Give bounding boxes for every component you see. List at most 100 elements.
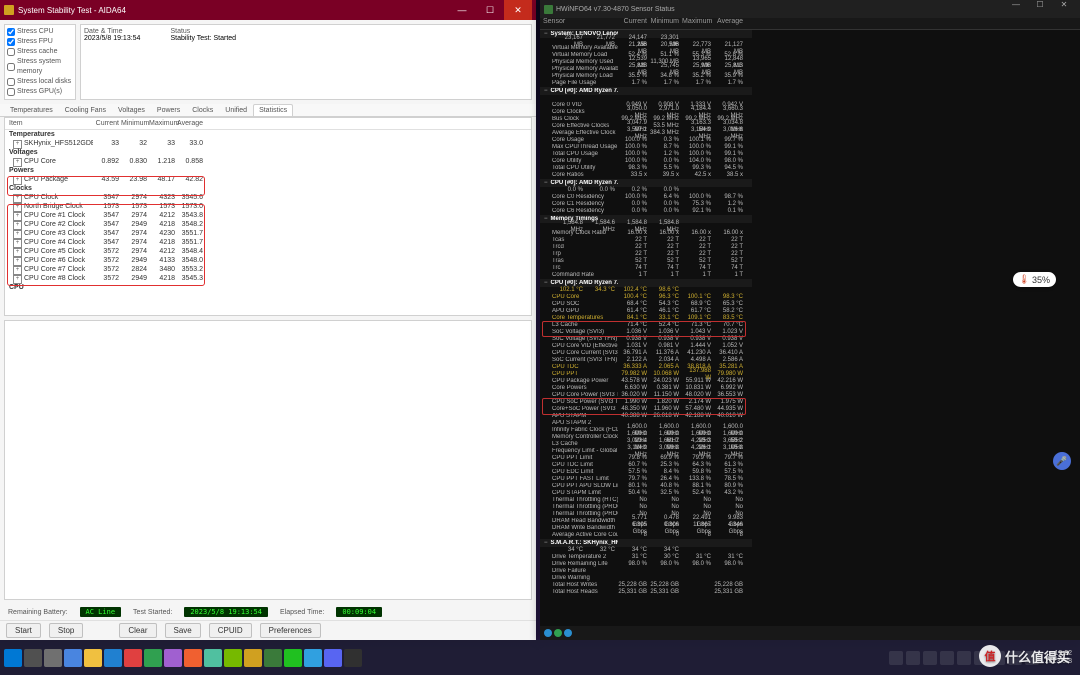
cpuid-button[interactable]: CPUID [209, 623, 252, 638]
mic-icon[interactable]: 🎤 [1053, 452, 1071, 470]
minimize-button[interactable]: — [448, 0, 476, 20]
tray-tray4[interactable] [940, 651, 954, 665]
hwi-row[interactable]: Physical Memory Load35.5 %34.8 %35.2 %35… [540, 73, 752, 80]
hwi-row[interactable]: Core C0 Residency100.0 %6.4 %100.0 %98.7… [540, 194, 752, 201]
hwi-group[interactable]: S.M.A.R.T.: SKHynix_HF... [540, 539, 752, 547]
stop-button[interactable]: Stop [49, 623, 83, 638]
prefs-button[interactable]: Preferences [260, 623, 321, 638]
overlay-badge[interactable]: 🌡 35% [1013, 272, 1056, 287]
hwi-row[interactable]: Trc74 T74 T74 T74 T [540, 265, 752, 272]
hwi-row[interactable]: CPU STAPM Limit50.4 %32.5 %52.4 %43.2 % [540, 490, 752, 497]
grid-row[interactable]: CPU Core0.8920.8301.2180.858 [5, 157, 531, 166]
hwi-row[interactable]: CPU SoC Power (SVI3 TFN)1.990 W1.820 W2.… [540, 399, 752, 406]
hwi-row[interactable]: CPU SOC68.4 °C54.3 °C68.9 °C65.3 °C [540, 301, 752, 308]
hwi-row[interactable]: Core Utility100.0 %0.0 %104.0 %98.0 % [540, 158, 752, 165]
taskbar-start[interactable] [4, 649, 22, 667]
hwi-row[interactable]: Physical Memory Available25,828 MB25,745… [540, 66, 752, 73]
close-button[interactable]: ✕ [504, 0, 532, 20]
hwi-row[interactable]: CPU PPT Limit79.8 %69.9 %79.9 %79.7 % [540, 455, 752, 462]
taskbar-discord[interactable] [324, 649, 342, 667]
start-button[interactable]: Start [6, 623, 41, 638]
hwi-row[interactable]: SoC Voltage (SVI3)1.036 V1.036 V1.043 V1… [540, 329, 752, 336]
tab-clocks[interactable]: Clocks [186, 104, 219, 116]
col-minimum[interactable]: Minimum [121, 120, 149, 127]
taskbar-widgets[interactable] [64, 649, 82, 667]
hwi-row[interactable]: Tras52 T52 T52 T52 T [540, 258, 752, 265]
tray-tray5[interactable] [957, 651, 971, 665]
hwi-row[interactable]: Command Rate1 T1 T1 T1 T [540, 272, 752, 279]
hwi-row[interactable]: Core VIDs [540, 95, 752, 102]
tray-tray1[interactable] [889, 651, 903, 665]
maximize-button[interactable]: ☐ [476, 0, 504, 20]
hwi-row[interactable]: CPU TDC36.333 A2.065 A38.818 A35.281 A [540, 364, 752, 371]
tab-voltages[interactable]: Voltages [112, 104, 151, 116]
stress-fpu-checkbox[interactable]: Stress FPU [7, 37, 73, 47]
hwi-row[interactable]: Tcas22 T22 T22 T22 T [540, 237, 752, 244]
hwi-row[interactable]: Drive Temperature 231 °C30 °C31 °C31 °C [540, 554, 752, 561]
taskbar-chrome[interactable] [124, 649, 142, 667]
hwi-group[interactable]: CPU [#0]: AMD Ryzen 7... [540, 87, 752, 95]
tray-tray3[interactable] [923, 651, 937, 665]
hwi-row[interactable]: Package C6 Residency0.0 %0.0 %0.2 %0.0 % [540, 187, 752, 194]
hwi-row[interactable]: Average Effective Clock3,597.1 MHz384.3 … [540, 130, 752, 137]
hwi-row[interactable]: APU GPU61.4 °C46.1 °C61.7 °C58.2 °C [540, 308, 752, 315]
hwi-row[interactable]: Total Host Reads25,331 GB25,331 GB25,331… [540, 589, 752, 596]
hwi-row[interactable]: Core C6 Residency0.0 %0.0 %92.1 %0.1 % [540, 208, 752, 215]
grid-row[interactable]: CPU Package43.5923.9848.1742.82 [5, 175, 531, 184]
taskbar-edge[interactable] [104, 649, 122, 667]
clear-button[interactable]: Clear [119, 623, 156, 638]
hwi-row[interactable]: Total CPU Usage100.0 %1.2 %100.0 %99.1 % [540, 151, 752, 158]
hwi-row[interactable]: Core C1 Residency0.0 %0.0 %75.3 %1.2 % [540, 201, 752, 208]
stress-mem-checkbox[interactable]: Stress system memory [7, 57, 73, 77]
hwi-col[interactable]: Maximum [682, 18, 714, 29]
grid-row[interactable]: CPU Core #8 Clock3572294942183545.3 [5, 274, 531, 283]
hwi-row[interactable]: CPU PPT79.982 W10.068 W137.988 W79.980 W [540, 371, 752, 378]
hwi-row[interactable]: L3 Cache71.4 °C52.4 °C71.3 °C70.7 °C [540, 322, 752, 329]
taskbar-aida[interactable] [244, 649, 262, 667]
hwi-close-button[interactable]: ✕ [1052, 0, 1076, 18]
hwi-row[interactable]: CPU PPT FAST Limit79.7 %26.4 %133.8 %78.… [540, 476, 752, 483]
hwi-row[interactable]: CPU Core Power (SVI3 TFN)36.020 W11.150 … [540, 392, 752, 399]
hwi-row[interactable]: Thermal Throttling (HTC)NoNoNoNo [540, 497, 752, 504]
hwi-row[interactable]: Memory Clock1,584.8 MHz1,584.6 MHz1,584.… [540, 223, 752, 230]
hwi-row[interactable]: Page File Usage1.7 %1.7 %1.7 %1.7 % [540, 80, 752, 87]
col-maximum[interactable]: Maximum [149, 120, 177, 127]
hwi-row[interactable]: Drive Temperature34 °C32 °C34 °C34 °C [540, 547, 752, 554]
stress-disk-checkbox[interactable]: Stress local disks [7, 77, 73, 87]
hwi-row[interactable]: SoC Current (SVI3 TFN)2.122 A2.034 A4.49… [540, 357, 752, 364]
aida64-titlebar[interactable]: System Stability Test - AIDA64 — ☐ ✕ [0, 0, 536, 20]
hwi-col[interactable]: Minimum [650, 18, 682, 29]
taskbar-nv[interactable] [224, 649, 242, 667]
hwi-group[interactable]: CPU [#0]: AMD Ryzen 7... [540, 279, 752, 287]
taskbar-hwi[interactable] [264, 649, 282, 667]
hwi-row[interactable]: CPU Package Power43.578 W24.023 W55.911 … [540, 378, 752, 385]
save-button[interactable]: Save [165, 623, 201, 638]
tab-statistics[interactable]: Statistics [253, 104, 293, 116]
tab-cooling fans[interactable]: Cooling Fans [59, 104, 112, 116]
hwi-row[interactable]: Memory Clock Ratio16.00 x16.00 x16.00 x1… [540, 230, 752, 237]
hwi-col[interactable]: Current [618, 18, 650, 29]
hwi-row[interactable]: Drive Remaining Life98.0 %98.0 %98.0 %98… [540, 561, 752, 568]
hwi-col[interactable]: Average [714, 18, 746, 29]
hwi-row[interactable]: DRAM Write Bandwidth6.395 Gbps0.306 Gbps… [540, 525, 752, 532]
taskbar-search[interactable] [24, 649, 42, 667]
stress-cache-checkbox[interactable]: Stress cache [7, 47, 73, 57]
col-average[interactable]: Average [177, 120, 205, 127]
hwi-row[interactable]: Drive Warning [540, 575, 752, 582]
hwi-row[interactable]: Thermal Throttling (PROCHOT...NoNoNoNo [540, 504, 752, 511]
hwi-row[interactable]: Total CPU Utility98.3 %5.5 %99.3 %94.5 % [540, 165, 752, 172]
taskbar-files[interactable] [164, 649, 182, 667]
hwi-row[interactable]: Trp22 T22 T22 T22 T [540, 251, 752, 258]
taskbar-app1[interactable] [184, 649, 202, 667]
tab-temperatures[interactable]: Temperatures [4, 104, 59, 116]
hwi-row[interactable]: Average Active Core Cou...8088 [540, 532, 752, 539]
taskbar-explorer[interactable] [84, 649, 102, 667]
hwi-row[interactable]: CPU Core100.4 °C96.3 °C100.1 °C98.3 °C [540, 294, 752, 301]
hwi-row[interactable]: APU STAPM40.388 W26.018 W42.188 W40.010 … [540, 413, 752, 420]
hwi-minimize-button[interactable]: — [1004, 0, 1028, 18]
grid-row[interactable]: SKHynix_HFS512GDE...33323333.0 [5, 139, 531, 148]
hwi-row[interactable]: CPU PPT APU SLOW Limit80.1 %40.8 %88.1 %… [540, 483, 752, 490]
hwi-row[interactable]: Drive Failure [540, 568, 752, 575]
hwi-row[interactable]: Trcd22 T22 T22 T22 T [540, 244, 752, 251]
taskbar-term[interactable] [344, 649, 362, 667]
